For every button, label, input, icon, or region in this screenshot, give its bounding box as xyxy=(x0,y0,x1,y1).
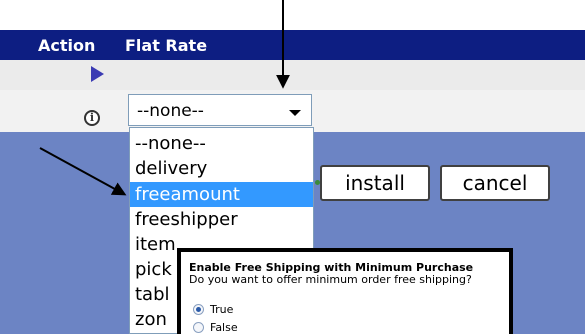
radio-true[interactable] xyxy=(193,304,204,315)
dropdown-option-delivery[interactable]: delivery xyxy=(130,156,313,181)
radio-false-label: False xyxy=(210,321,238,334)
dropdown-option-freeshipper[interactable]: freeshipper xyxy=(130,207,313,232)
method-select[interactable]: --none-- xyxy=(128,94,312,126)
cancel-button[interactable]: cancel xyxy=(440,165,550,201)
play-icon[interactable] xyxy=(91,66,104,82)
top-whitespace xyxy=(0,0,585,30)
header-action: Action xyxy=(38,36,96,55)
chevron-down-icon[interactable] xyxy=(289,110,301,116)
free-shipping-tooltip: Enable Free Shipping with Minimum Purcha… xyxy=(177,248,513,334)
tooltip-question: Do you want to offer minimum order free … xyxy=(189,273,472,286)
header-flat-rate: Flat Rate xyxy=(125,36,208,55)
dropdown-option-freeamount[interactable]: freeamount xyxy=(130,182,313,207)
radio-true-label: True xyxy=(210,303,234,316)
install-button[interactable]: install xyxy=(320,165,430,201)
method-select-value: --none-- xyxy=(137,101,204,121)
table-row xyxy=(0,60,585,90)
dropdown-option-none[interactable]: --none-- xyxy=(130,131,313,156)
info-icon[interactable]: i xyxy=(84,110,100,126)
radio-false[interactable] xyxy=(193,322,204,333)
